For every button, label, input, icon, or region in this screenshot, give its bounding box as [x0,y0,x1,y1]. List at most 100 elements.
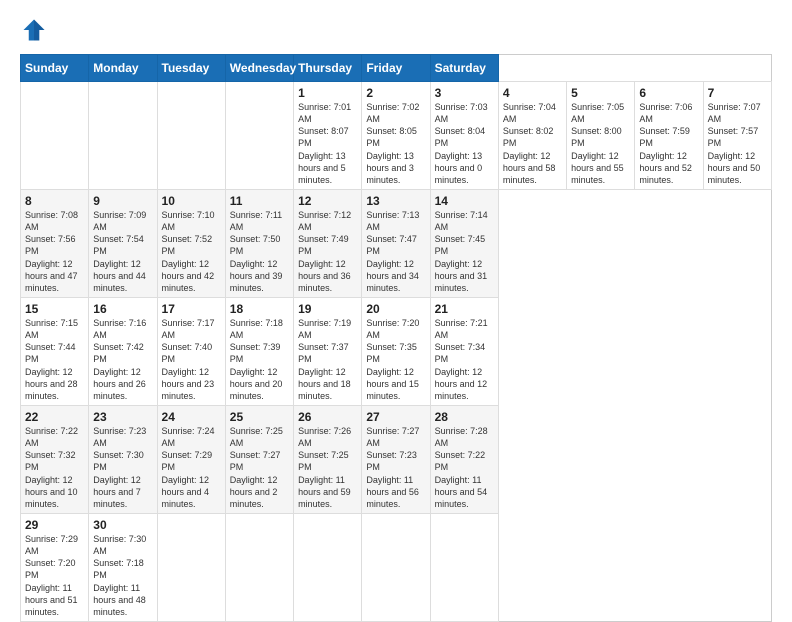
day-number: 12 [298,194,357,208]
logo [20,16,52,44]
calendar-week-5: 29 Sunrise: 7:29 AMSunset: 7:20 PMDaylig… [21,513,772,621]
day-info: Sunrise: 7:27 AMSunset: 7:23 PMDaylight:… [366,425,425,510]
calendar-cell [157,513,225,621]
calendar-cell [21,82,89,190]
calendar-cell: 5 Sunrise: 7:05 AMSunset: 8:00 PMDayligh… [567,82,635,190]
calendar-header-thursday: Thursday [294,55,362,82]
day-number: 3 [435,86,494,100]
calendar-cell: 27 Sunrise: 7:27 AMSunset: 7:23 PMDaylig… [362,405,430,513]
header [20,16,772,44]
calendar-cell: 13 Sunrise: 7:13 AMSunset: 7:47 PMDaylig… [362,189,430,297]
day-info: Sunrise: 7:11 AMSunset: 7:50 PMDaylight:… [230,209,289,294]
calendar-cell [362,513,430,621]
calendar-cell: 30 Sunrise: 7:30 AMSunset: 7:18 PMDaylig… [89,513,157,621]
calendar-cell: 29 Sunrise: 7:29 AMSunset: 7:20 PMDaylig… [21,513,89,621]
calendar-cell: 28 Sunrise: 7:28 AMSunset: 7:22 PMDaylig… [430,405,498,513]
calendar-cell: 20 Sunrise: 7:20 AMSunset: 7:35 PMDaylig… [362,297,430,405]
day-info: Sunrise: 7:16 AMSunset: 7:42 PMDaylight:… [93,317,152,402]
day-number: 6 [639,86,698,100]
day-info: Sunrise: 7:08 AMSunset: 7:56 PMDaylight:… [25,209,84,294]
calendar-header-row: SundayMondayTuesdayWednesdayThursdayFrid… [21,55,772,82]
day-info: Sunrise: 7:26 AMSunset: 7:25 PMDaylight:… [298,425,357,510]
day-number: 17 [162,302,221,316]
day-info: Sunrise: 7:14 AMSunset: 7:45 PMDaylight:… [435,209,494,294]
calendar-week-2: 8 Sunrise: 7:08 AMSunset: 7:56 PMDayligh… [21,189,772,297]
calendar-cell: 4 Sunrise: 7:04 AMSunset: 8:02 PMDayligh… [498,82,566,190]
day-info: Sunrise: 7:29 AMSunset: 7:20 PMDaylight:… [25,533,84,618]
day-number: 24 [162,410,221,424]
day-number: 19 [298,302,357,316]
day-number: 16 [93,302,152,316]
calendar-cell: 1 Sunrise: 7:01 AMSunset: 8:07 PMDayligh… [294,82,362,190]
calendar-cell: 22 Sunrise: 7:22 AMSunset: 7:32 PMDaylig… [21,405,89,513]
day-number: 21 [435,302,494,316]
calendar-cell: 11 Sunrise: 7:11 AMSunset: 7:50 PMDaylig… [225,189,293,297]
day-info: Sunrise: 7:05 AMSunset: 8:00 PMDaylight:… [571,101,630,186]
day-info: Sunrise: 7:30 AMSunset: 7:18 PMDaylight:… [93,533,152,618]
calendar-cell: 15 Sunrise: 7:15 AMSunset: 7:44 PMDaylig… [21,297,89,405]
day-number: 23 [93,410,152,424]
calendar-week-4: 22 Sunrise: 7:22 AMSunset: 7:32 PMDaylig… [21,405,772,513]
day-number: 11 [230,194,289,208]
day-number: 18 [230,302,289,316]
day-number: 29 [25,518,84,532]
calendar-cell: 25 Sunrise: 7:25 AMSunset: 7:27 PMDaylig… [225,405,293,513]
logo-icon [20,16,48,44]
calendar-cell: 19 Sunrise: 7:19 AMSunset: 7:37 PMDaylig… [294,297,362,405]
calendar-header-friday: Friday [362,55,430,82]
day-number: 14 [435,194,494,208]
day-info: Sunrise: 7:22 AMSunset: 7:32 PMDaylight:… [25,425,84,510]
day-info: Sunrise: 7:09 AMSunset: 7:54 PMDaylight:… [93,209,152,294]
day-info: Sunrise: 7:24 AMSunset: 7:29 PMDaylight:… [162,425,221,510]
calendar-header-monday: Monday [89,55,157,82]
day-info: Sunrise: 7:13 AMSunset: 7:47 PMDaylight:… [366,209,425,294]
day-info: Sunrise: 7:12 AMSunset: 7:49 PMDaylight:… [298,209,357,294]
calendar-header-tuesday: Tuesday [157,55,225,82]
day-info: Sunrise: 7:15 AMSunset: 7:44 PMDaylight:… [25,317,84,402]
day-info: Sunrise: 7:18 AMSunset: 7:39 PMDaylight:… [230,317,289,402]
day-number: 25 [230,410,289,424]
calendar-cell: 26 Sunrise: 7:26 AMSunset: 7:25 PMDaylig… [294,405,362,513]
day-number: 7 [708,86,767,100]
day-number: 9 [93,194,152,208]
calendar-cell [157,82,225,190]
calendar-cell: 18 Sunrise: 7:18 AMSunset: 7:39 PMDaylig… [225,297,293,405]
calendar-cell: 9 Sunrise: 7:09 AMSunset: 7:54 PMDayligh… [89,189,157,297]
calendar-cell: 10 Sunrise: 7:10 AMSunset: 7:52 PMDaylig… [157,189,225,297]
day-info: Sunrise: 7:21 AMSunset: 7:34 PMDaylight:… [435,317,494,402]
calendar-cell: 2 Sunrise: 7:02 AMSunset: 8:05 PMDayligh… [362,82,430,190]
day-number: 1 [298,86,357,100]
day-number: 10 [162,194,221,208]
calendar-cell [89,82,157,190]
day-info: Sunrise: 7:04 AMSunset: 8:02 PMDaylight:… [503,101,562,186]
day-info: Sunrise: 7:17 AMSunset: 7:40 PMDaylight:… [162,317,221,402]
calendar-cell: 23 Sunrise: 7:23 AMSunset: 7:30 PMDaylig… [89,405,157,513]
day-number: 15 [25,302,84,316]
calendar-header-wednesday: Wednesday [225,55,293,82]
calendar-cell: 7 Sunrise: 7:07 AMSunset: 7:57 PMDayligh… [703,82,771,190]
calendar-cell: 3 Sunrise: 7:03 AMSunset: 8:04 PMDayligh… [430,82,498,190]
calendar-week-3: 15 Sunrise: 7:15 AMSunset: 7:44 PMDaylig… [21,297,772,405]
calendar-week-1: 1 Sunrise: 7:01 AMSunset: 8:07 PMDayligh… [21,82,772,190]
day-number: 28 [435,410,494,424]
day-info: Sunrise: 7:28 AMSunset: 7:22 PMDaylight:… [435,425,494,510]
day-info: Sunrise: 7:01 AMSunset: 8:07 PMDaylight:… [298,101,357,186]
calendar-cell: 17 Sunrise: 7:17 AMSunset: 7:40 PMDaylig… [157,297,225,405]
day-info: Sunrise: 7:02 AMSunset: 8:05 PMDaylight:… [366,101,425,186]
day-info: Sunrise: 7:10 AMSunset: 7:52 PMDaylight:… [162,209,221,294]
calendar-cell: 14 Sunrise: 7:14 AMSunset: 7:45 PMDaylig… [430,189,498,297]
day-info: Sunrise: 7:07 AMSunset: 7:57 PMDaylight:… [708,101,767,186]
day-number: 13 [366,194,425,208]
day-number: 27 [366,410,425,424]
calendar-cell [294,513,362,621]
day-number: 26 [298,410,357,424]
day-number: 22 [25,410,84,424]
page: SundayMondayTuesdayWednesdayThursdayFrid… [0,0,792,612]
calendar-cell [225,513,293,621]
calendar-cell [225,82,293,190]
day-info: Sunrise: 7:20 AMSunset: 7:35 PMDaylight:… [366,317,425,402]
day-info: Sunrise: 7:23 AMSunset: 7:30 PMDaylight:… [93,425,152,510]
day-info: Sunrise: 7:03 AMSunset: 8:04 PMDaylight:… [435,101,494,186]
calendar-cell [430,513,498,621]
calendar-header-saturday: Saturday [430,55,498,82]
